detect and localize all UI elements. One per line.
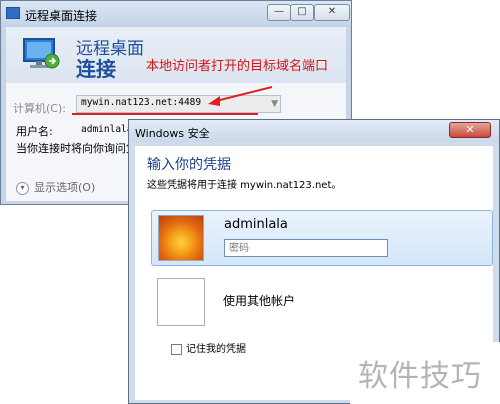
rdp-window-title: 远程桌面连接: [25, 9, 98, 23]
other-account-tile[interactable]: 使用其他帐户: [157, 278, 457, 332]
chevron-down-icon: ▾: [16, 181, 29, 195]
rdp-app-icon: [6, 7, 20, 19]
checkbox-icon[interactable]: [171, 343, 182, 355]
other-account-label: 使用其他帐户: [223, 294, 296, 308]
credentials-heading: 输入你的凭据: [147, 157, 231, 173]
username-label: 用户名:: [16, 125, 53, 138]
blank-avatar-icon: [157, 278, 205, 326]
computer-label: 计算机(C):: [13, 102, 66, 115]
flower-avatar-icon: [158, 215, 204, 261]
computer-value: mywin.nat123.net:4489: [81, 97, 202, 108]
maximize-button[interactable]: □: [290, 4, 314, 21]
username-value: adminlala: [81, 124, 133, 135]
show-options-label: 显示选项(O): [34, 181, 96, 194]
security-dialog-title: Windows 安全: [135, 127, 210, 140]
red-annotation-text: 本地访问者打开的目标域名端口: [146, 59, 329, 74]
minimize-button[interactable]: —: [267, 4, 291, 21]
password-input[interactable]: [224, 239, 388, 257]
watermark: 软件技巧: [350, 342, 500, 404]
red-arrow-annotation: [208, 86, 273, 106]
watermark-text: 软件技巧: [358, 359, 482, 394]
security-titlebar: Windows 安全 ✕: [129, 120, 499, 142]
rdp-banner-subtitle: 连接: [76, 57, 116, 81]
rdp-titlebar: 远程桌面连接 — □ ✕: [1, 1, 351, 27]
close-button[interactable]: ✕: [314, 4, 350, 21]
remember-credentials-label: 记住我的凭据: [186, 344, 246, 355]
credentials-subtext: 这些凭据将用于连接 mywin.nat123.net。: [147, 180, 342, 191]
connect-note: 当你连接时将向你询问凭: [16, 142, 137, 155]
show-options-toggle[interactable]: ▾ 显示选项(O): [16, 179, 95, 195]
user-credential-tile[interactable]: adminlala: [151, 210, 493, 266]
remember-credentials-checkbox[interactable]: 记住我的凭据: [171, 340, 246, 355]
tile-username: adminlala: [224, 217, 288, 232]
red-underline-annotation: [72, 113, 258, 115]
security-close-button[interactable]: ✕: [449, 122, 491, 138]
rdp-banner: 远程桌面 连接 本地访问者打开的目标域名端口: [6, 27, 346, 83]
remote-desktop-monitor-icon: [23, 38, 60, 69]
